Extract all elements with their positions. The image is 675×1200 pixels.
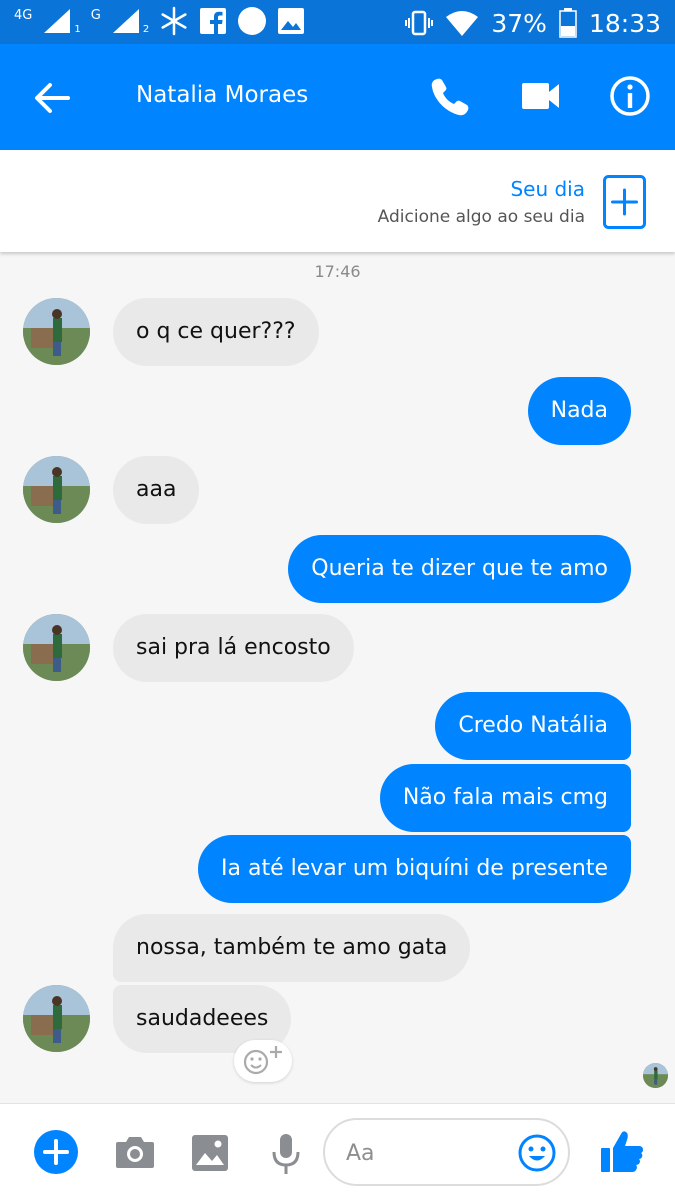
your-day-title[interactable]: Seu dia	[510, 177, 585, 201]
back-arrow-icon[interactable]	[30, 76, 74, 120]
status-bar: 4G 1 G 2 37% 18:33	[0, 0, 675, 44]
sim-label-1: 1	[74, 23, 81, 35]
avatar-photo	[23, 456, 90, 523]
chat-timestamp: 17:46	[314, 262, 361, 281]
facebook-icon	[200, 8, 227, 35]
avatar-photo	[23, 298, 90, 365]
plus-icon[interactable]	[33, 1129, 79, 1175]
avatar[interactable]	[23, 298, 90, 365]
image-notification-icon	[278, 8, 305, 34]
signal-icon	[44, 9, 71, 33]
avatar-photo	[23, 985, 90, 1052]
message-incoming[interactable]: nossa, também te amo gata	[113, 914, 471, 982]
add-reaction-icon	[243, 1046, 282, 1075]
seen-indicator-avatar	[643, 1063, 668, 1088]
emoji-icon[interactable]	[518, 1134, 556, 1172]
your-day-subtitle: Adicione algo ao seu dia	[377, 207, 585, 227]
battery-icon	[559, 8, 577, 38]
your-day-banner: Seu dia Adicione algo ao seu dia	[0, 150, 675, 252]
avatar[interactable]	[23, 985, 90, 1052]
avatar[interactable]	[23, 614, 90, 681]
message-outgoing[interactable]: Queria te dizer que te amo	[288, 535, 631, 603]
snowflake-icon	[161, 6, 187, 36]
message-outgoing[interactable]: Nada	[527, 377, 631, 445]
message-input[interactable]	[346, 1138, 516, 1168]
avatar[interactable]	[23, 456, 90, 523]
wifi-icon	[446, 11, 479, 36]
avatar-photo	[643, 1063, 668, 1088]
message-outgoing[interactable]: Não fala mais cmg	[379, 764, 631, 832]
message-outgoing[interactable]: Credo Natália	[435, 692, 631, 760]
phone-icon[interactable]	[428, 74, 472, 118]
contact-name[interactable]: Natalia Moraes	[136, 82, 308, 108]
sim-label-2: 2	[142, 23, 150, 35]
message-input-wrapper	[323, 1118, 570, 1186]
info-icon[interactable]	[608, 74, 652, 118]
add-reaction-button[interactable]	[234, 1040, 292, 1082]
vibrate-icon	[405, 10, 434, 36]
circle-icon	[238, 7, 267, 35]
message-incoming[interactable]: o q ce quer???	[113, 298, 319, 366]
message-incoming[interactable]: sai pra lá encosto	[113, 614, 354, 682]
status-right: 37% 18:33	[405, 8, 661, 38]
camera-icon[interactable]	[114, 1132, 156, 1172]
conversation-header: Natalia Moraes	[0, 44, 675, 150]
clock: 18:33	[588, 8, 661, 38]
thumbs-up-icon[interactable]	[599, 1128, 645, 1174]
avatar-photo	[23, 614, 90, 681]
status-left: 4G 1 G 2	[14, 6, 305, 36]
add-story-icon[interactable]	[603, 175, 646, 229]
network-label-2: G	[90, 7, 101, 23]
network-label-1: 4G	[14, 7, 33, 23]
video-camera-icon[interactable]	[519, 74, 563, 118]
signal-icon	[112, 9, 139, 33]
battery-percent: 37%	[491, 8, 547, 38]
gallery-icon[interactable]	[191, 1134, 229, 1172]
microphone-icon[interactable]	[270, 1132, 302, 1176]
message-incoming[interactable]: aaa	[113, 456, 200, 524]
message-outgoing[interactable]: Ia até levar um biquíni de presente	[198, 835, 631, 903]
message-composer	[0, 1103, 675, 1200]
